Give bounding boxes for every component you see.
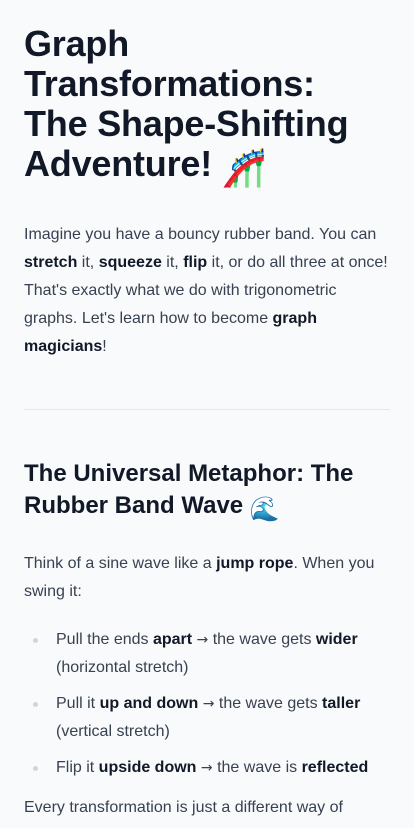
arrow-right-icon: → [202,696,215,712]
intro-text-3: it, [161,254,184,271]
item-text-1: Pull it [56,695,100,712]
lead-text-1: Think of a sine wave like a [24,555,217,572]
item-bold-2: reflected [301,759,369,776]
item-text-3: (vertical stretch) [56,723,170,740]
title-line-2: Transformations: [24,63,315,104]
item-text-3: (horizontal stretch) [56,659,189,676]
item-text-1: Flip it [56,759,99,776]
intro-bold-squeeze: squeeze [98,254,162,271]
article: Graph Transformations: The Shape-Shiftin… [0,0,414,822]
arrow-right-icon: → [200,760,213,776]
list-item: Flip it upside down → the wave is reflec… [33,754,390,782]
page-title: Graph Transformations: The Shape-Shiftin… [24,0,390,188]
intro-text-1: Imagine you have a bouncy rubber band. Y… [24,226,377,243]
item-text-2: the wave gets [208,631,316,648]
section-heading: The Universal Metaphor: The Rubber Band … [24,458,390,526]
lead-bold-jump-rope: jump rope [216,555,294,572]
bullet-dot [33,766,38,771]
outro-paragraph: Every transformation is just a different… [24,799,343,816]
title-line-4-text: Adventure! [24,143,213,184]
intro-text-2: it, [77,254,99,271]
bullet-dot [33,638,38,643]
section-divider [24,409,390,410]
item-bold-2: wider [315,631,358,648]
title-line-1: Graph [24,23,130,64]
roller-coaster-icon: 🎢 [221,147,267,188]
item-text-2: the wave gets [214,695,323,712]
title-line-3: The Shape-Shifting [24,103,349,144]
wave-icon: 🌊 [249,496,280,523]
intro-bold-flip: flip [183,254,208,271]
title-line-4: Adventure! 🎢 [24,144,390,188]
intro-text-5: ! [102,338,107,355]
arrow-right-icon: → [196,632,209,648]
transformation-list: Pull the ends apart → the wave gets wide… [24,626,390,782]
item-bold-2: taller [322,695,361,712]
section-lead-paragraph: Think of a sine wave like a jump rope. W… [24,550,390,606]
item-bold-1: up and down [99,695,199,712]
list-item: Pull it up and down → the wave gets tall… [33,690,390,746]
item-bold-1: apart [152,631,193,648]
list-item: Pull the ends apart → the wave gets wide… [33,626,390,682]
bullet-dot [33,702,38,707]
intro-paragraph: Imagine you have a bouncy rubber band. Y… [24,221,390,361]
item-text-2: the wave is [212,759,302,776]
intro-bold-stretch: stretch [24,254,78,271]
item-bold-1: upside down [98,759,197,776]
section-heading-text: The Universal Metaphor: The Rubber Band … [24,460,354,519]
item-text-1: Pull the ends [56,631,153,648]
